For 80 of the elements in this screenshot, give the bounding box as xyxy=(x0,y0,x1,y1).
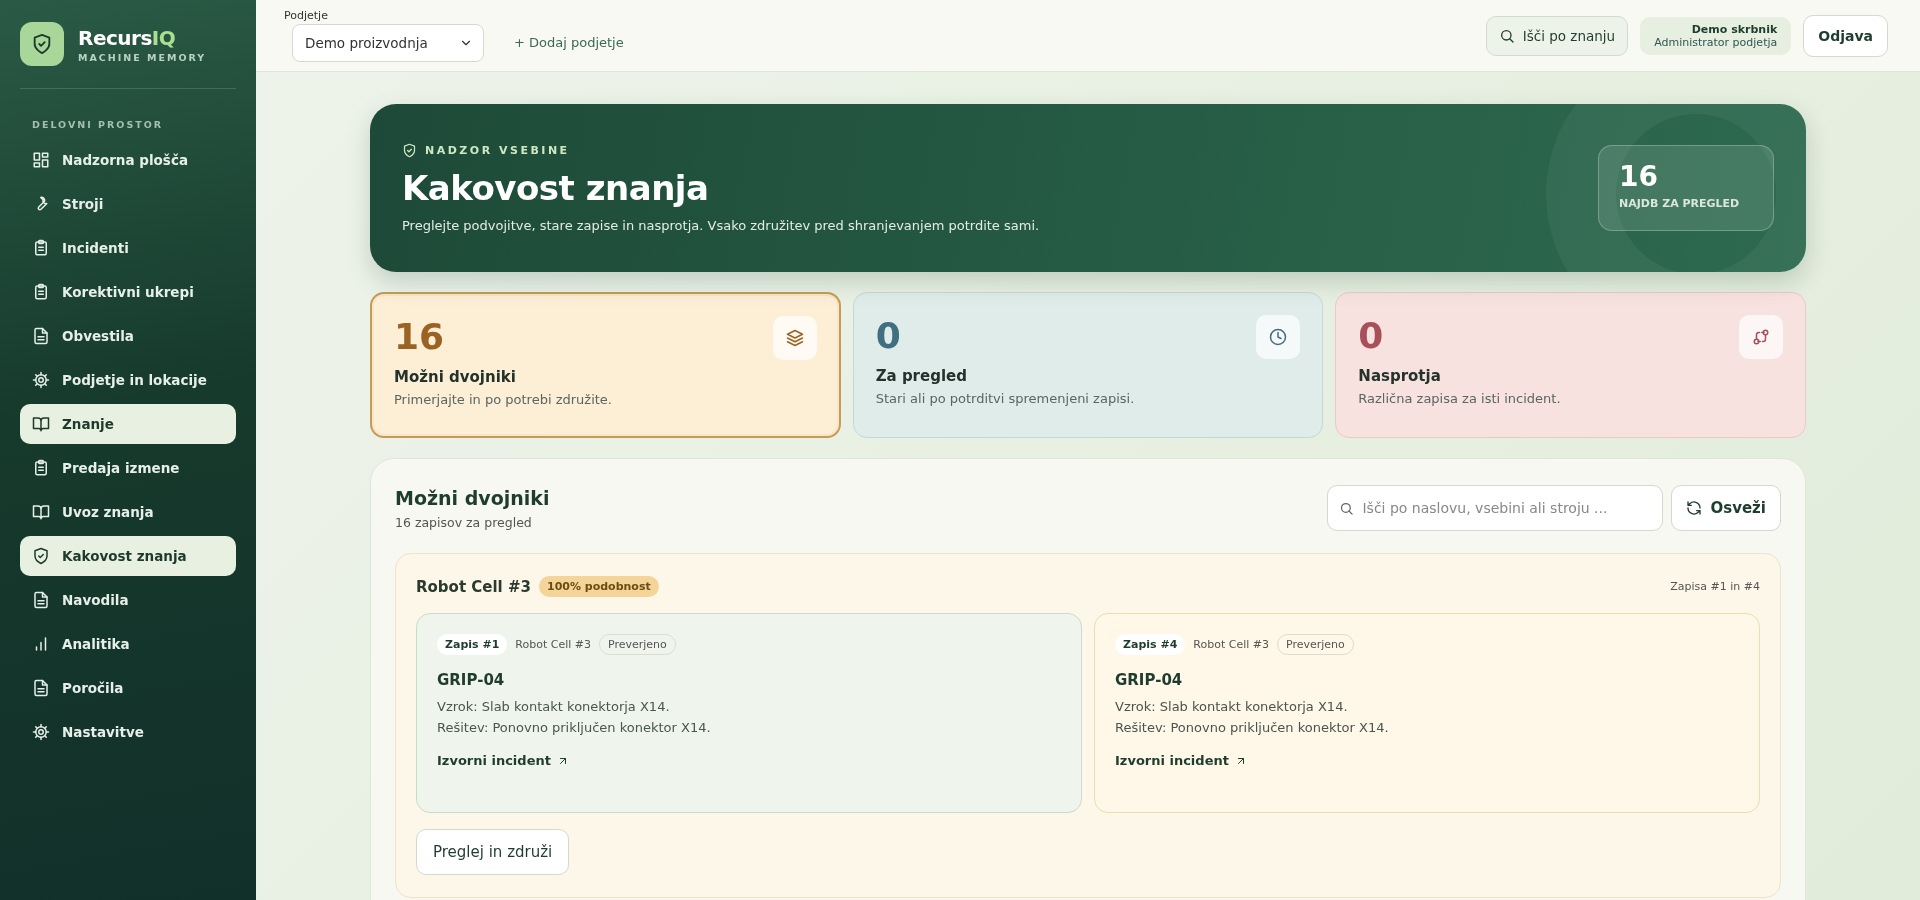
similarity-badge: 100% podobnost xyxy=(539,576,659,597)
company-select[interactable]: Demo proizvodnja xyxy=(292,24,484,62)
stat-card[interactable]: 16 Možni dvojniki Primerjajte in po potrebi združite. xyxy=(370,292,841,438)
sidebar-item[interactable]: Znanje xyxy=(20,404,236,444)
search-field[interactable]: Išči po naslovu, vsebini ali stroju ... xyxy=(1327,485,1664,531)
settings-icon xyxy=(32,723,50,741)
clipboard-icon xyxy=(32,459,50,477)
document-icon xyxy=(32,591,50,609)
panel-title: Možni dvojniki xyxy=(395,486,550,509)
findings-count: 16 xyxy=(1619,160,1659,193)
record-cause: Vzrok: Slab kontakt konektorja X14. xyxy=(1115,699,1349,714)
shield-check-icon xyxy=(402,143,417,158)
refresh-button[interactable]: Osveži xyxy=(1671,485,1781,531)
document-icon xyxy=(32,327,50,345)
company-label: Podjetje xyxy=(284,9,329,22)
record-solution: Rešitev: Ponovno priključen konektor X14. xyxy=(1115,720,1390,735)
search-button[interactable]: Išči po znanju xyxy=(1485,15,1629,56)
sidebar-item[interactable]: Kakovost znanja xyxy=(20,536,236,576)
search-icon xyxy=(1498,27,1515,44)
source-incident-link[interactable]: Izvorni incident xyxy=(1115,753,1739,768)
section-heading: DELOVNI PROSTOR xyxy=(32,119,165,130)
record-solution: Rešitev: Ponovno priključen konektor X14. xyxy=(437,720,712,735)
sidebar-item[interactable]: Navodila xyxy=(20,580,236,620)
shield-check-icon xyxy=(31,33,53,55)
record-id: Zapis #4 xyxy=(1115,634,1186,655)
stat-value: 0 xyxy=(1358,315,1384,356)
sidebar-item[interactable]: Nastavitve xyxy=(20,712,236,752)
stat-title: Možni dvojniki xyxy=(394,368,517,386)
sidebar-item[interactable]: Korektivni ukrepi xyxy=(20,272,236,312)
stat-card[interactable]: 0 Nasprotja Različna zapisa za isti incident. xyxy=(1335,292,1806,438)
stat-title: Nasprotja xyxy=(1358,367,1442,385)
layers-icon xyxy=(785,329,804,347)
source-incident-link[interactable]: Izvorni incident xyxy=(437,753,1061,768)
pair-label: Zapisa #1 in #4 xyxy=(1670,580,1760,593)
logout-button[interactable]: Odjava xyxy=(1803,14,1888,57)
brand-name: RecursIQ xyxy=(78,25,177,50)
refresh-icon xyxy=(1686,500,1703,516)
clock-icon xyxy=(1269,328,1288,346)
settings-icon xyxy=(32,371,50,389)
page-description: Preglejte podvojitve, stare zapise in nasprotja. Vsako združitev pred shranjevanjem potrdite sami. xyxy=(402,218,1040,233)
sidebar-item[interactable]: Uvoz znanja xyxy=(20,492,236,532)
machine-tag: Robot Cell #3 xyxy=(1193,638,1269,651)
findings-label: NAJDB ZA PREGLED xyxy=(1619,197,1741,210)
stat-description: Stari ali po potrditvi spremenjeni zapisi. xyxy=(875,391,1136,406)
swap-arrows-icon xyxy=(1752,328,1770,346)
stat-value: 16 xyxy=(394,316,445,357)
user-name: Demo skrbnik xyxy=(1691,22,1778,36)
eyebrow-text: NADZOR VSEBINE xyxy=(425,144,570,157)
panel-subtitle: 16 zapisov za pregled xyxy=(395,514,533,530)
sidebar-item[interactable]: Nadzorna plošča xyxy=(20,140,236,180)
record-code: GRIP-04 xyxy=(1115,671,1184,689)
stat-description: Različna zapisa za isti incident. xyxy=(1358,391,1562,406)
book-icon xyxy=(32,415,50,433)
sidebar-item[interactable]: Incidenti xyxy=(20,228,236,268)
record-cause: Vzrok: Slab kontakt konektorja X14. xyxy=(437,699,671,714)
user-role: Administrator podjetja xyxy=(1654,35,1778,49)
stat-value: 0 xyxy=(875,315,901,356)
sidebar-item[interactable]: Poročila xyxy=(20,668,236,708)
group-title: Robot Cell #3 xyxy=(416,577,531,596)
grid-icon xyxy=(32,151,50,169)
stat-description: Primerjajte in po potrebi združite. xyxy=(394,392,613,407)
sidebar-item[interactable]: Analitika xyxy=(20,624,236,664)
add-company-link[interactable]: + Dodaj podjetje xyxy=(514,35,624,50)
document-icon xyxy=(32,679,50,697)
book-icon xyxy=(32,503,50,521)
sidebar-item[interactable]: Stroji xyxy=(20,184,236,224)
record-id: Zapis #1 xyxy=(437,634,508,655)
sidebar-item[interactable]: Predaja izmene xyxy=(20,448,236,488)
stat-card[interactable]: 0 Za pregled Stari ali po potrditvi spremenjeni zapisi. xyxy=(852,292,1324,438)
sidebar-item[interactable]: Obvestila xyxy=(20,316,236,356)
clipboard-icon xyxy=(32,239,50,257)
record-code: GRIP-04 xyxy=(437,671,506,689)
machine-tag: Robot Cell #3 xyxy=(515,638,591,651)
brand-tagline: MACHINE MEMORY xyxy=(78,51,207,63)
review-merge-button[interactable]: Preglej in združi xyxy=(416,829,570,875)
page-title: Kakovost znanja xyxy=(402,168,710,208)
stat-title: Za pregled xyxy=(875,367,968,385)
sidebar-item[interactable]: Podjetje in lokacije xyxy=(20,360,236,400)
clipboard-icon xyxy=(32,283,50,301)
shield-check-icon xyxy=(32,547,50,565)
